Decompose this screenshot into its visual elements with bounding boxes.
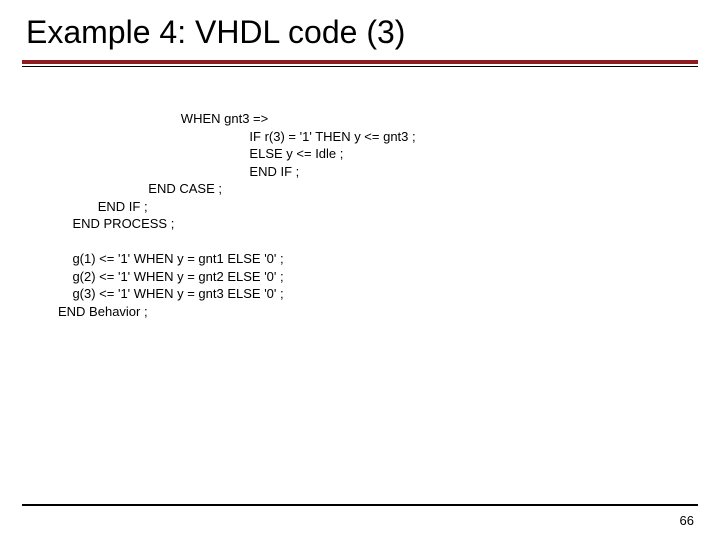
code-line: END PROCESS ; bbox=[58, 216, 174, 231]
page-number: 66 bbox=[680, 513, 694, 528]
code-block: WHEN gnt3 => IF r(3) = '1' THEN y <= gnt… bbox=[58, 110, 416, 321]
code-line: WHEN gnt3 => bbox=[58, 111, 268, 126]
code-line: IF r(3) = '1' THEN y <= gnt3 ; bbox=[58, 129, 416, 144]
code-line: g(3) <= '1' WHEN y = gnt3 ELSE '0' ; bbox=[58, 286, 284, 301]
code-line: END IF ; bbox=[58, 164, 299, 179]
title-underline-thin bbox=[22, 66, 698, 67]
footer-rule bbox=[22, 504, 698, 506]
code-line: g(2) <= '1' WHEN y = gnt2 ELSE '0' ; bbox=[58, 269, 284, 284]
code-line: END Behavior ; bbox=[58, 304, 148, 319]
code-line: g(1) <= '1' WHEN y = gnt1 ELSE '0' ; bbox=[58, 251, 284, 266]
code-line: END CASE ; bbox=[58, 181, 222, 196]
code-line: ELSE y <= Idle ; bbox=[58, 146, 343, 161]
slide-title: Example 4: VHDL code (3) bbox=[26, 14, 405, 51]
title-underline-thick bbox=[22, 60, 698, 64]
code-line: END IF ; bbox=[58, 199, 148, 214]
